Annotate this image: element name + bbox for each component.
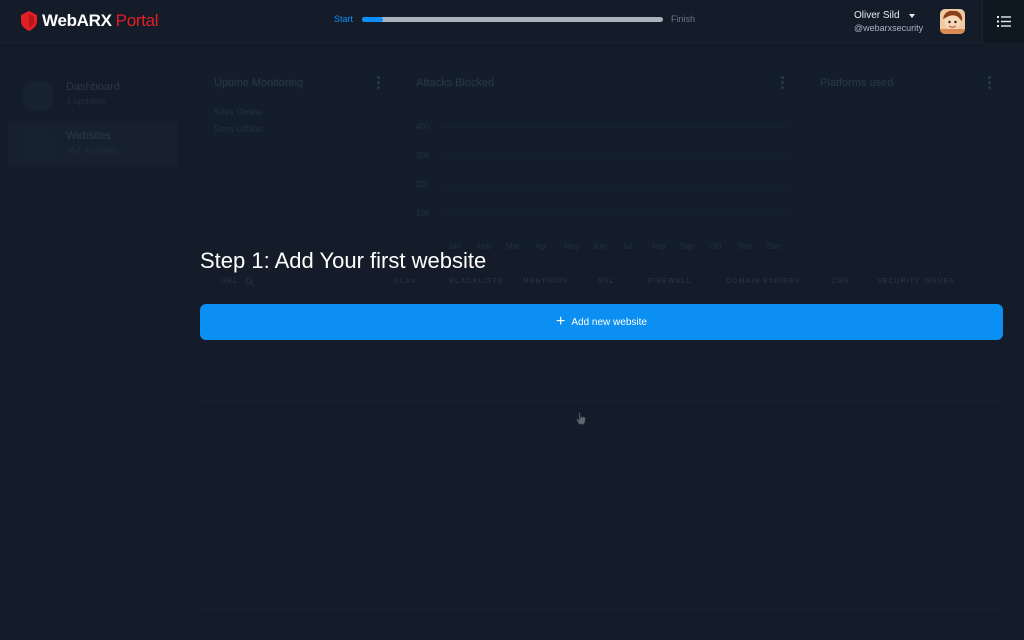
kebab-menu-icon[interactable] [988, 76, 991, 89]
search-icon[interactable] [245, 277, 254, 286]
table-column-header[interactable]: SSL [598, 278, 615, 285]
attacks-card: Attacks Blocked [404, 67, 796, 247]
table-column-header[interactable]: FIREWALL [648, 278, 692, 285]
kebab-menu-icon[interactable] [781, 76, 784, 89]
chart-y-tick: 300 [416, 151, 430, 160]
table-column-header[interactable]: SLAs [394, 278, 416, 285]
browser-icon [23, 130, 53, 160]
sidebar-item-dashboard[interactable]: Dashboard 4 updates [8, 72, 178, 118]
chart-x-tick: Jun [593, 242, 606, 251]
sidebar-item-label: Websites [66, 130, 112, 142]
add-website-button[interactable]: + Add new website [200, 304, 1003, 340]
chart-x-tick: Sep [680, 242, 695, 251]
calendar-icon [23, 81, 53, 111]
tour-step-title: Step 1: Add Your first website [200, 248, 487, 273]
add-website-label: Add new website [571, 316, 647, 328]
sidebar-item-websites[interactable]: Websites 364 domains [8, 121, 178, 167]
attacks-card-title: Attacks Blocked [416, 77, 495, 89]
table-row-divider [200, 400, 1003, 401]
chevron-down-icon[interactable] [909, 14, 915, 18]
chart-x-tick: Aug [651, 242, 666, 251]
onboarding-progress: Start Finish [334, 14, 704, 26]
chart-y-tick: 100 [416, 209, 430, 218]
platforms-card: Platforms used [808, 67, 1003, 247]
logo[interactable]: WebARX Portal [21, 11, 159, 31]
chart-y-tick: 200 [416, 180, 430, 189]
table-column-header[interactable]: URL [221, 278, 238, 285]
uptime-card: Uptime Monitoring Sites Online Sites Off… [202, 67, 392, 247]
uptime-sites-offline: Sites Offline [214, 124, 263, 134]
chart-x-tick: Oct [709, 242, 722, 251]
shield-logo-icon [21, 11, 37, 31]
progress-start-label: Start [334, 14, 354, 24]
chart-y-tick: 400 [416, 122, 430, 131]
plus-icon: + [556, 313, 566, 330]
table-row-divider [200, 608, 1003, 609]
chart-x-tick: Apr [535, 242, 548, 251]
top-bar: WebARX Portal Start Finish Oliver Sild @… [0, 0, 1024, 43]
uptime-sites-online: Sites Online [214, 107, 263, 117]
user-menu[interactable]: Oliver Sild @webarxsecurity [854, 10, 923, 33]
hand-cursor-icon [576, 412, 586, 425]
chart-x-tick: Jul [622, 242, 633, 251]
table-column-header[interactable]: BLACKLISTS [449, 278, 503, 285]
progress-fill [362, 17, 384, 22]
chart-x-tick: May [564, 242, 580, 251]
table-column-header[interactable]: MENTIONS [523, 278, 568, 285]
sidebar-item-sublabel: 364 domains [66, 145, 118, 155]
uptime-card-title: Uptime Monitoring [214, 77, 304, 89]
sidebar-item-label: Dashboard [66, 81, 120, 93]
logo-brand: WebARX [42, 11, 112, 30]
progress-track [362, 17, 663, 22]
hamburger-menu-button[interactable] [982, 0, 1024, 43]
chart-gridline [440, 185, 790, 186]
chart-x-tick: Dec [767, 242, 782, 251]
avatar-image [940, 9, 965, 34]
avatar[interactable] [940, 9, 965, 34]
sidebar-item-sublabel: 4 updates [66, 96, 106, 106]
chart-gridline [440, 156, 790, 157]
platforms-card-title: Platforms used [820, 77, 894, 89]
user-handle: @webarxsecurity [854, 23, 924, 33]
table-column-header[interactable]: DOMAIN EXPIRES [726, 278, 801, 285]
table-column-header[interactable]: SECURITY ISSUES [877, 278, 955, 285]
chart-gridline [440, 214, 790, 215]
list-icon [996, 16, 1011, 27]
kebab-menu-icon[interactable] [377, 76, 380, 89]
logo-portal: Portal [115, 11, 159, 30]
progress-finish-label: Finish [671, 14, 696, 24]
chart-x-tick: Nov [738, 242, 753, 251]
chart-x-tick: Mar [506, 242, 520, 251]
table-column-header[interactable]: CMS [831, 278, 850, 285]
table-row-divider [200, 434, 1003, 435]
chart-gridline [440, 127, 790, 128]
